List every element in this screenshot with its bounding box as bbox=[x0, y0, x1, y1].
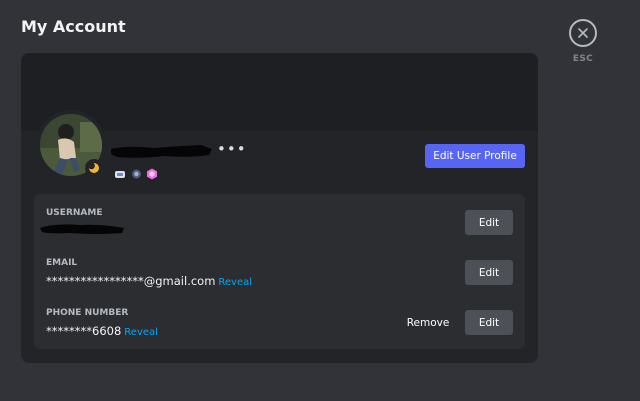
email-text: *****************@gmail.com bbox=[46, 274, 216, 288]
server-boost-badge-icon bbox=[147, 168, 157, 180]
page-title: My Account bbox=[21, 17, 126, 36]
email-reveal-link[interactable]: Reveal bbox=[218, 277, 252, 288]
close-control: ESC bbox=[569, 19, 597, 64]
email-row: EMAIL *****************@gmail.com Reveal … bbox=[34, 258, 525, 298]
phone-edit-button[interactable]: Edit bbox=[465, 310, 513, 335]
profile-card: ••• Edit User Profile USERNAME Edit EMAI… bbox=[21, 53, 538, 363]
profile-banner bbox=[21, 53, 538, 131]
email-label: EMAIL bbox=[46, 258, 78, 268]
account-settings-page: My Account ESC ••• Edit User Profile USE… bbox=[0, 0, 640, 401]
idle-moon-icon bbox=[88, 162, 99, 173]
edit-user-profile-button[interactable]: Edit User Profile bbox=[425, 144, 525, 168]
nitro-badge-icon bbox=[132, 169, 141, 179]
account-fields-panel: USERNAME Edit EMAIL *****************@gm… bbox=[34, 194, 525, 349]
status-indicator bbox=[85, 159, 103, 177]
phone-row: PHONE NUMBER ********6608 Reveal Remove E… bbox=[34, 308, 525, 348]
username-redaction bbox=[111, 145, 212, 158]
username-value-redaction bbox=[40, 224, 124, 234]
ellipsis-icon[interactable]: ••• bbox=[217, 142, 247, 157]
hypesquad-badge-icon bbox=[115, 171, 125, 178]
username-label: USERNAME bbox=[46, 208, 103, 218]
email-value: *****************@gmail.com Reveal bbox=[46, 274, 252, 288]
phone-text: ********6608 bbox=[46, 324, 122, 338]
phone-remove-button[interactable]: Remove bbox=[398, 310, 458, 335]
phone-label: PHONE NUMBER bbox=[46, 308, 129, 318]
close-icon bbox=[578, 28, 588, 38]
username-row: USERNAME Edit bbox=[34, 208, 525, 248]
close-button[interactable] bbox=[569, 19, 597, 47]
esc-label: ESC bbox=[572, 54, 594, 64]
phone-reveal-link[interactable]: Reveal bbox=[124, 327, 158, 338]
username-edit-button[interactable]: Edit bbox=[465, 210, 513, 235]
badge-list bbox=[114, 168, 158, 180]
phone-value: ********6608 Reveal bbox=[46, 324, 158, 338]
email-edit-button[interactable]: Edit bbox=[465, 260, 513, 285]
